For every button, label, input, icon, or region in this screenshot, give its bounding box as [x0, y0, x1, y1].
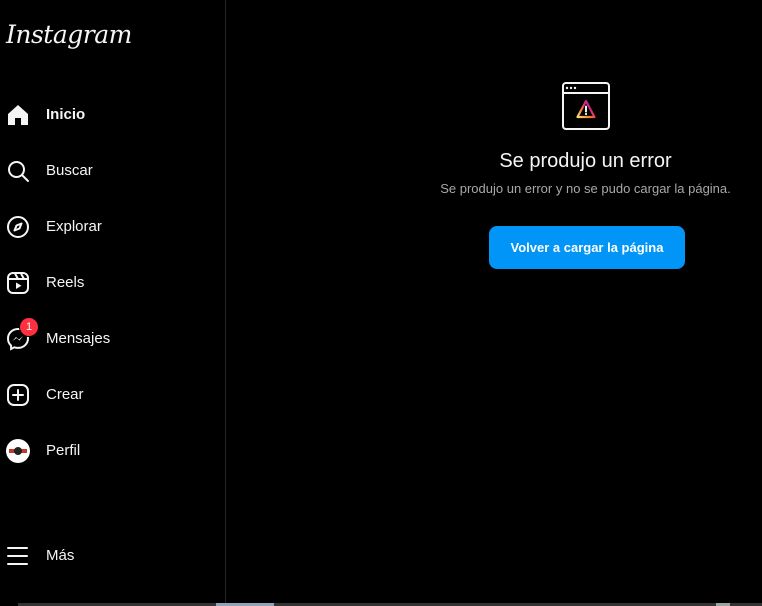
error-subtitle: Se produjo un error y no se pudo cargar … — [440, 181, 731, 196]
sidebar-item-explorar[interactable]: Explorar — [0, 205, 220, 249]
app-window: Instagram Inicio Buscar Explorar Reels 1… — [0, 0, 762, 606]
compass-icon — [6, 215, 30, 239]
sidebar-item-label: Crear — [46, 386, 84, 403]
sidebar-item-reels[interactable]: Reels — [0, 261, 220, 305]
sidebar-item-label: Reels — [46, 274, 85, 291]
home-icon — [6, 103, 30, 127]
sidebar-item-inicio[interactable]: Inicio — [0, 93, 220, 137]
sidebar-item-mas[interactable]: Más — [0, 534, 220, 578]
reload-page-button[interactable]: Volver a cargar la página — [489, 226, 685, 269]
reels-icon — [6, 271, 30, 295]
sidebar-item-label: Mensajes — [46, 330, 111, 347]
sidebar-item-label: Explorar — [46, 218, 102, 235]
sidebar-item-label: Inicio — [46, 106, 86, 123]
sidebar-item-label: Más — [46, 547, 75, 564]
sidebar-item-label: Perfil — [46, 442, 81, 459]
sidebar-item-mensajes[interactable]: 1 Mensajes — [0, 317, 220, 361]
plus-square-icon — [6, 383, 30, 407]
browser-warning-icon — [562, 82, 610, 130]
instagram-logo[interactable]: Instagram — [6, 20, 132, 49]
sidebar-item-crear[interactable]: Crear — [0, 373, 220, 417]
sidebar-item-perfil[interactable]: Perfil — [0, 429, 220, 473]
sidebar: Instagram Inicio Buscar Explorar Reels 1… — [0, 0, 226, 606]
unread-badge: 1 — [19, 317, 39, 337]
sidebar-item-buscar[interactable]: Buscar — [0, 149, 220, 193]
sidebar-item-label: Buscar — [46, 162, 93, 179]
error-title: Se produjo un error — [499, 150, 672, 172]
menu-icon — [6, 544, 30, 568]
search-icon — [6, 159, 30, 183]
avatar — [6, 439, 30, 463]
main-content: Se produjo un error Se produjo un error … — [227, 0, 762, 606]
